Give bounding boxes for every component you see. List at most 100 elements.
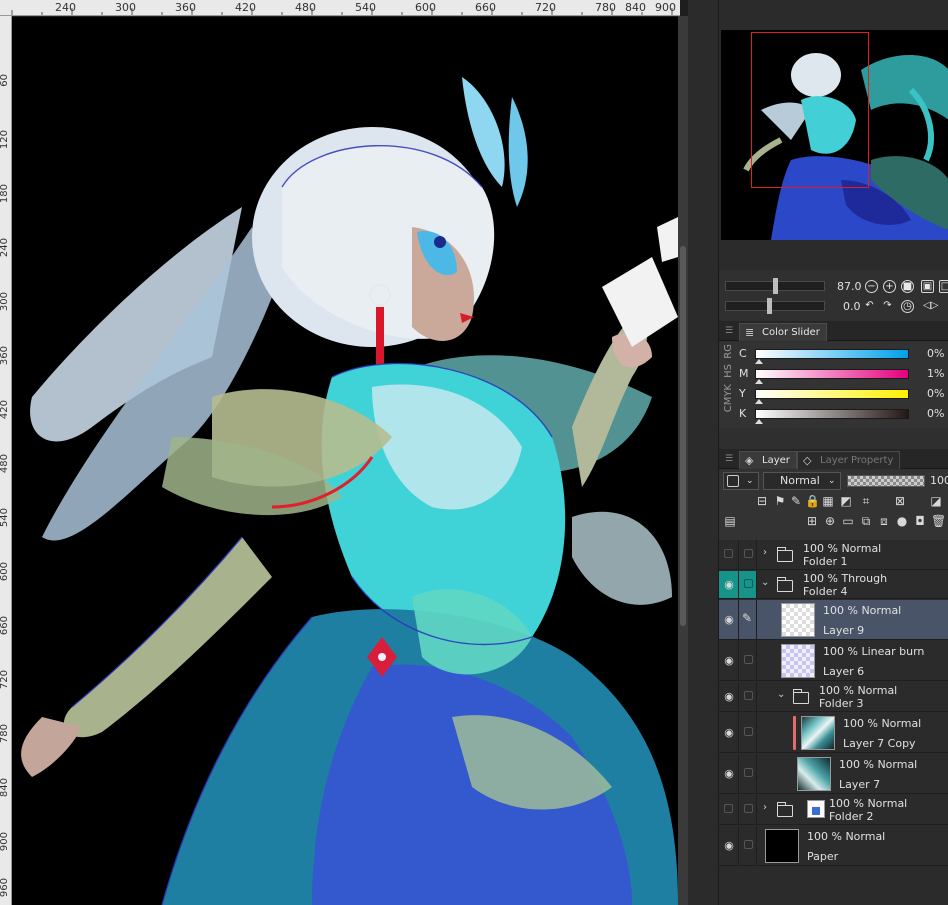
edit-toggle[interactable] — [739, 571, 757, 598]
create-mask-icon[interactable]: ● — [895, 514, 909, 528]
apply-mask-icon[interactable]: ◘ — [913, 514, 927, 528]
visibility-toggle[interactable]: ◉ — [719, 754, 739, 793]
lock-transparency-icon[interactable]: ▦ — [821, 494, 835, 508]
folder-open-icon — [793, 689, 809, 704]
fit-view-icon[interactable]: ■ — [901, 280, 914, 293]
edit-toggle[interactable] — [739, 641, 757, 680]
layer-row-folder-4[interactable]: ◉ ⌄ 100 % Through Folder 4 — [719, 571, 948, 599]
ruler-left-label: 60 — [0, 74, 10, 87]
reset-rotation-icon[interactable]: ◷ — [901, 300, 914, 313]
mode-cmyk[interactable]: CMYK — [723, 384, 737, 412]
channel-y-slider[interactable] — [755, 389, 909, 399]
visibility-toggle[interactable]: ◉ — [719, 571, 739, 598]
zoom-value[interactable]: 87.0 — [837, 280, 862, 293]
transfer-lower-icon[interactable]: ⧉ — [859, 514, 873, 528]
layer-mode: 100 % Normal — [839, 758, 918, 771]
visibility-toggle[interactable] — [719, 795, 739, 824]
mask-enable-icon[interactable]: ◩ — [839, 494, 853, 508]
reference-layer-icon[interactable]: ⚑ — [773, 494, 787, 508]
chevron-down-icon[interactable]: ⌄ — [761, 577, 769, 588]
delete-layer-icon[interactable]: 🗑 — [931, 514, 946, 528]
visibility-toggle[interactable]: ◉ — [719, 600, 739, 639]
navigator-view-frame[interactable] — [751, 32, 869, 188]
layer-mode: 100 % Normal — [803, 542, 882, 555]
actual-size-icon[interactable]: ▣ — [921, 280, 934, 293]
layer-row-layer-7[interactable]: ◉ 100 % Normal Layer 7 — [719, 754, 948, 794]
new-raster-layer-icon[interactable]: ⊞ — [805, 514, 819, 528]
edit-toggle[interactable] — [739, 795, 757, 824]
palette-color-icon[interactable]: ◪ — [929, 494, 943, 508]
chevron-right-icon[interactable]: › — [763, 547, 767, 558]
edit-toggle[interactable] — [739, 826, 757, 865]
zoom-slider-knob[interactable] — [773, 278, 778, 294]
layer-thumbnail — [781, 644, 815, 678]
visibility-toggle[interactable]: ◉ — [719, 713, 739, 752]
opacity-slider[interactable] — [847, 475, 925, 487]
edit-toggle[interactable] — [739, 540, 757, 569]
edit-toggle[interactable]: ✎ — [739, 600, 757, 639]
channel-k-marker[interactable] — [755, 419, 763, 424]
draft-layer-icon[interactable]: ✎ — [789, 494, 803, 508]
chevron-right-icon[interactable]: › — [763, 802, 767, 813]
rotation-slider-knob[interactable] — [767, 298, 772, 314]
edit-toggle[interactable] — [739, 754, 757, 793]
scrollbar-thumb[interactable] — [680, 246, 686, 626]
edit-toggle[interactable] — [739, 713, 757, 752]
zoom-out-icon[interactable]: − — [865, 280, 878, 293]
layer-name: Layer 9 — [823, 624, 865, 637]
layer-row-layer-7-copy[interactable]: ◉ 100 % Normal Layer 7 Copy — [719, 713, 948, 753]
channel-m-slider[interactable] — [755, 369, 909, 379]
opacity-value[interactable]: 100 — [930, 474, 948, 487]
layer-color-button[interactable]: ⌄ — [723, 472, 759, 490]
ruler-left-label: 720 — [0, 670, 10, 690]
flip-horizontal-icon[interactable]: ◁▷ — [923, 300, 938, 313]
ruler-icon[interactable]: ⌗ — [859, 494, 873, 508]
rotation-value[interactable]: 0.0 — [843, 300, 861, 313]
chevron-down-icon[interactable]: ⌄ — [777, 689, 785, 700]
artwork-canvas[interactable] — [12, 17, 678, 905]
color-mode-switcher[interactable]: RG HS CMYK — [723, 344, 737, 424]
clip-lower-layer-icon[interactable]: ⊟ — [755, 494, 769, 508]
layer-row-layer-6[interactable]: ◉ 100 % Linear burn Layer 6 — [719, 641, 948, 681]
visibility-toggle[interactable]: ◉ — [719, 826, 739, 865]
navigator-preview[interactable] — [721, 30, 948, 240]
tab-layer[interactable]: ◈ Layer — [739, 451, 797, 469]
tab-layer-property[interactable]: ◇ Layer Property — [797, 451, 901, 469]
visibility-toggle[interactable]: ◉ — [719, 641, 739, 680]
rotation-slider[interactable] — [725, 301, 825, 311]
channel-c-slider[interactable] — [755, 349, 909, 359]
visibility-toggle[interactable] — [719, 540, 739, 569]
blend-mode-select[interactable]: Normal ⌄ — [763, 472, 841, 490]
eye-icon: ◉ — [724, 690, 734, 703]
show-ruler-icon[interactable]: ⊠ — [893, 494, 907, 508]
rotate-right-icon[interactable]: ↷ — [881, 300, 894, 313]
new-folder-icon[interactable]: ▭ — [841, 514, 855, 528]
layer-name: Folder 1 — [803, 555, 848, 568]
tab-color-slider[interactable]: ≣ Color Slider — [739, 323, 827, 341]
panel-grip-icon[interactable]: ☰ — [725, 455, 733, 464]
layer-view-icon[interactable]: ▤ — [723, 514, 737, 528]
visibility-toggle[interactable]: ◉ — [719, 682, 739, 711]
lock-layer-icon[interactable]: 🔒 — [805, 494, 820, 508]
layer-row-layer-9[interactable]: ◉ ✎ 100 % Normal Layer 9 — [719, 600, 948, 640]
channel-y-value[interactable]: 0% — [927, 387, 944, 400]
layer-row-folder-1[interactable]: › 100 % Normal Folder 1 — [719, 540, 948, 570]
layer-row-paper[interactable]: ◉ 100 % Normal Paper — [719, 826, 948, 866]
layer-row-folder-3[interactable]: ◉ ⌄ 100 % Normal Folder 3 — [719, 682, 948, 712]
edit-toggle[interactable] — [739, 682, 757, 711]
channel-m-value[interactable]: 1% — [927, 367, 944, 380]
layer-row-folder-2[interactable]: › 100 % Normal Folder 2 — [719, 795, 948, 825]
new-vector-layer-icon[interactable]: ⊕ — [823, 514, 837, 528]
fit-window-icon[interactable]: □ — [939, 280, 948, 293]
zoom-in-icon[interactable]: + — [883, 280, 896, 293]
mode-hsv[interactable]: HS — [723, 364, 737, 378]
combine-layer-icon[interactable]: ⧈ — [877, 514, 891, 528]
rotate-left-icon[interactable]: ↶ — [863, 300, 876, 313]
channel-k-value[interactable]: 0% — [927, 407, 944, 420]
mode-rgb[interactable]: RG — [723, 344, 737, 359]
channel-c-value[interactable]: 0% — [927, 347, 944, 360]
channel-k-slider[interactable] — [755, 409, 909, 419]
panel-grip-icon[interactable]: ☰ — [725, 327, 733, 336]
canvas-vertical-scrollbar[interactable] — [678, 16, 688, 905]
canvas-area[interactable]: 240 300 360 420 480 540 600 660 720 780 … — [0, 0, 688, 905]
